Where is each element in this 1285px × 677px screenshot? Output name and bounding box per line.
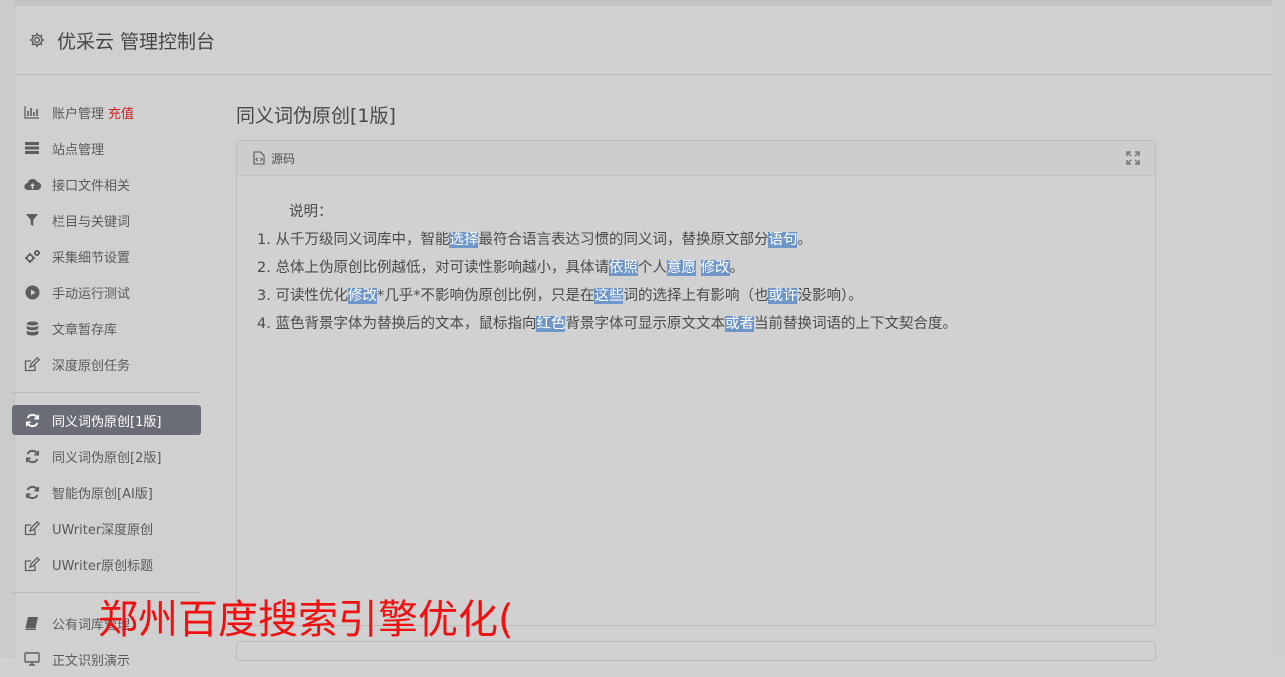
text-segment: 词的选择上有影响（也 (623, 288, 769, 304)
sidebar-item-label: 采集细节设置 (52, 250, 131, 266)
instruction-line: 1. 从千万级同义词库中，智能选择最符合语言表达习惯的同义词，替换原文部分语句。 (257, 226, 1155, 254)
text-segment: 4. 蓝色背景字体为替换后的文本，鼠标指向 (257, 316, 537, 332)
sidebar-item-label: 站点管理 (52, 142, 105, 158)
filter-icon (23, 211, 41, 229)
text-segment: 2. 总体上伪原创比例越低，对可读性影响越小，具体请 (257, 260, 609, 276)
instruction-list: 1. 从千万级同义词库中，智能选择最符合语言表达习惯的同义词，替换原文部分语句。… (257, 226, 1155, 338)
database-icon (23, 319, 41, 337)
sidebar-item-label: 文章暂存库 (52, 322, 118, 338)
text-segment: 。 (729, 260, 745, 276)
intro-text: 说明： (289, 204, 333, 220)
refresh-icon (23, 447, 41, 465)
sidebar-item-g1-1[interactable]: 站点管理 (12, 130, 201, 166)
instruction-line: 3. 可读性优化修改*几乎*不影响伪原创比例，只是在这些词的选择上有影响（也或许… (257, 282, 1155, 310)
bar-chart-icon (23, 103, 41, 121)
replaced-word[interactable]: 红色 (536, 316, 566, 332)
text-segment (696, 260, 701, 276)
sidebar-item-label: 同义词伪原创[1版] (52, 414, 162, 430)
code-file-icon (252, 151, 266, 165)
sidebar-item-label: UWriter原创标题 (52, 558, 154, 574)
sidebar-item-label: 账户管理 (52, 106, 105, 122)
sidebar-item-g1-2[interactable]: 接口文件相关 (12, 166, 201, 202)
replaced-word[interactable]: 意愿 (666, 260, 696, 276)
sidebar-item-label: 栏目与关键词 (52, 214, 131, 230)
replaced-word[interactable]: 语句 (768, 232, 798, 248)
sidebar-item-g1-6[interactable]: 文章暂存库 (12, 310, 201, 346)
book-icon (23, 614, 41, 632)
sidebar-item-g2-2[interactable]: 智能伪原创[AI版] (12, 474, 201, 510)
text-segment: 1. 从千万级同义词库中，智能 (257, 232, 450, 248)
replaced-word[interactable]: 这些 (594, 288, 624, 304)
panel-header: 源码 (237, 141, 1155, 176)
sidebar-item-label: 接口文件相关 (52, 178, 131, 194)
refresh-icon (23, 411, 41, 429)
cloud-upload-icon (23, 175, 41, 193)
replaced-word[interactable]: 选择 (449, 232, 479, 248)
source-tab-label[interactable]: 源码 (271, 150, 295, 167)
text-segment: 最符合语言表达习惯的同义词，替换原文部分 (478, 232, 769, 248)
instruction-line: 2. 总体上伪原创比例越低，对可读性影响越小，具体请依照个人意愿 修改。 (257, 254, 1155, 282)
result-panel (236, 641, 1156, 661)
sidebar-item-g2-3[interactable]: UWriter深度原创 (12, 510, 201, 546)
sidebar-item-g1-0[interactable]: 账户管理 充值 (12, 94, 201, 130)
console-header: 优采云 管理控制台 (15, 6, 1272, 75)
sidebar-item-label: 同义词伪原创[2版] (52, 450, 162, 466)
sidebar-item-g1-5[interactable]: 手动运行测试 (12, 274, 201, 310)
server-icon (23, 139, 41, 157)
monitor-icon (23, 650, 41, 668)
text-segment: 没影响）。 (797, 288, 863, 304)
page-title: 同义词伪原创[1版] (236, 105, 396, 127)
replaced-word[interactable]: 修改 (700, 260, 730, 276)
sidebar-item-g1-3[interactable]: 栏目与关键词 (12, 202, 201, 238)
text-segment: 背景字体可显示原文文本 (565, 316, 725, 332)
sidebar-divider (12, 592, 201, 593)
scrollbar[interactable] (1271, 0, 1285, 658)
editor-content[interactable]: 说明： 1. 从千万级同义词库中，智能选择最符合语言表达习惯的同义词，替换原文部… (237, 176, 1155, 338)
edit-icon (23, 555, 41, 573)
replaced-word[interactable]: 依照 (608, 260, 638, 276)
replaced-word[interactable]: 修改 (347, 288, 377, 304)
sidebar-divider (12, 392, 201, 393)
instruction-line: 4. 蓝色背景字体为替换后的文本，鼠标指向红色背景字体可显示原文文本或者当前替换… (257, 310, 1155, 338)
sidebar-item-label: UWriter深度原创 (52, 522, 154, 538)
expand-icon[interactable] (1125, 150, 1141, 166)
replaced-word[interactable]: 或许 (768, 288, 798, 304)
sidebar-group-rewrite: 同义词伪原创[1版] 同义词伪原创[2版] 智能伪原创[AI版] UWriter深度原… (12, 405, 201, 582)
app-title: 优采云 管理控制台 (57, 30, 216, 53)
replaced-word[interactable]: 或者 (724, 316, 754, 332)
sidebar-item-g2-1[interactable]: 同义词伪原创[2版] (12, 438, 201, 474)
sidebar-item-label: 正文识别演示 (52, 653, 131, 669)
sidebar-item-g1-4[interactable]: 采集细节设置 (12, 238, 201, 274)
sidebar-item-label: 手动运行测试 (52, 286, 131, 302)
sidebar-item-g3-1[interactable]: 正文识别演示 (12, 641, 201, 677)
sidebar-item-label: 智能伪原创[AI版] (52, 486, 153, 502)
edit-icon (23, 519, 41, 537)
gears-icon (23, 247, 41, 265)
sidebar-item-g1-7[interactable]: 深度原创任务 (12, 346, 201, 382)
text-segment: *几乎*不影响伪原创比例，只是在 (376, 288, 595, 304)
sidebar-item-g2-0[interactable]: 同义词伪原创[1版] (12, 405, 201, 435)
sidebar-item-label: 深度原创任务 (52, 358, 131, 374)
sidebar-group-main: 账户管理 充值站点管理接口文件相关 栏目与关键词 采集细节设置 手动运行测试 文章暂存库深… (12, 94, 201, 382)
refresh-icon (23, 483, 41, 501)
text-segment: 。 (797, 232, 812, 248)
sidebar-nav: 账户管理 充值站点管理接口文件相关 栏目与关键词 采集细节设置 手动运行测试 文章暂存库深… (12, 94, 201, 677)
text-segment: 个人 (637, 260, 667, 276)
gear-icon (27, 30, 47, 50)
text-segment: 当前替换词语的上下文契合度。 (753, 316, 957, 332)
sidebar-item-g2-4[interactable]: UWriter原创标题 (12, 546, 201, 582)
text-segment: 3. 可读性优化 (257, 288, 348, 304)
source-panel: 源码 说明： 1. 从千万级同义词库中，智能选择最符合语言表达习惯的同义词，替换… (236, 140, 1156, 626)
edit-icon (23, 355, 41, 373)
watermark-overlay: 郑州百度搜索引擎优化( (98, 597, 514, 643)
play-circle-icon (23, 283, 41, 301)
recharge-link[interactable]: 充值 (108, 103, 134, 122)
